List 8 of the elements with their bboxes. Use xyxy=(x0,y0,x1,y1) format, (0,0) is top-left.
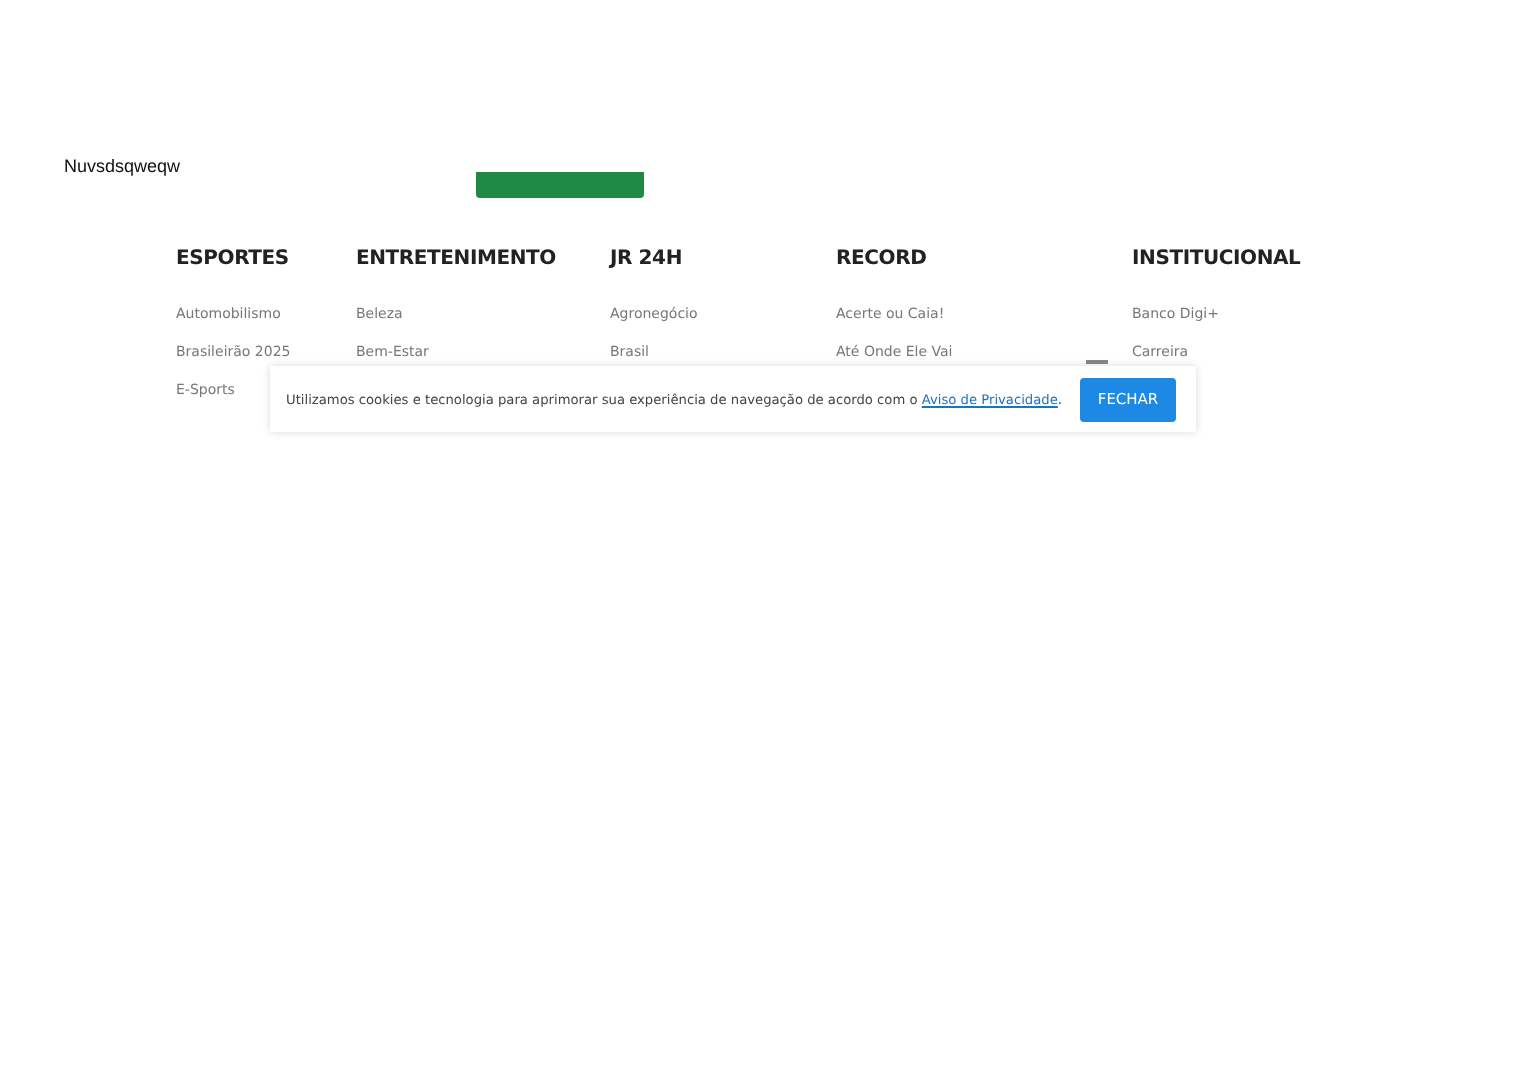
action-button[interactable] xyxy=(476,172,644,198)
dash-icon xyxy=(1086,360,1108,364)
footer-heading: INSTITUCIONAL xyxy=(1132,248,1303,274)
footer-heading: JR 24H xyxy=(610,248,684,274)
footer-heading: ESPORTES xyxy=(176,248,291,274)
page-title: Nuvsdsqweqw xyxy=(64,156,181,176)
footer-heading: RECORD xyxy=(836,248,929,274)
footer-heading: ENTRETENIMENTO xyxy=(356,248,558,274)
